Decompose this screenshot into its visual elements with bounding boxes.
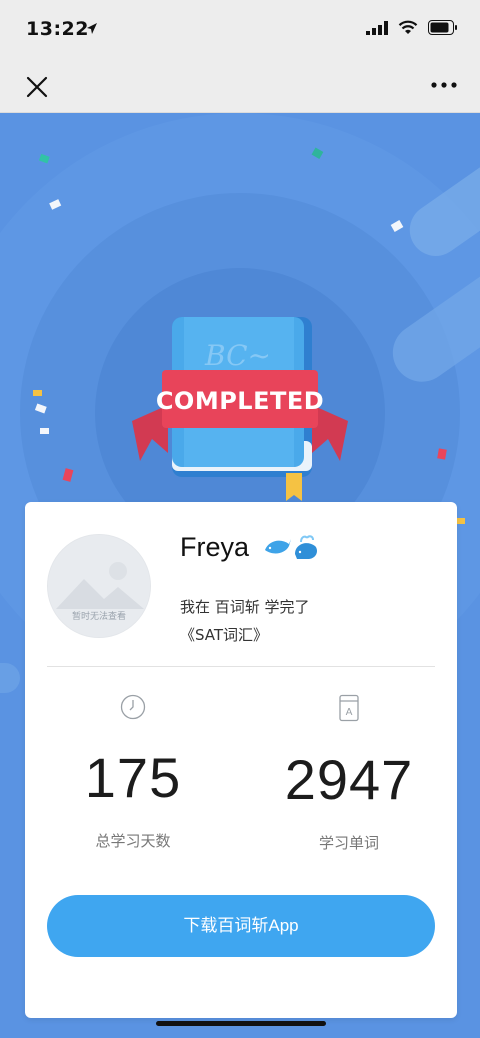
confetti xyxy=(34,403,47,414)
avatar[interactable]: 暂时无法查看 xyxy=(47,534,151,638)
status-time: 13:22 xyxy=(26,18,89,40)
home-indicator[interactable] xyxy=(156,1021,326,1026)
words-learned-value: 2947 xyxy=(284,748,414,811)
download-app-button[interactable]: 下载百词斩App xyxy=(47,895,435,957)
stat-words-learned: A 2947 学习单词 xyxy=(241,694,457,853)
confetti xyxy=(456,518,465,524)
confetti xyxy=(437,448,447,460)
result-card: 暂时无法查看 Freya 我在 百词斩 学完了 《SAT词汇》 175 总学习天… xyxy=(25,502,457,1018)
study-days-label: 总学习天数 xyxy=(95,832,171,850)
location-arrow-icon xyxy=(87,23,97,34)
more-options-icon[interactable] xyxy=(426,70,462,100)
cellular-signal-icon xyxy=(366,20,388,35)
confetti xyxy=(390,220,404,232)
image-placeholder-icon xyxy=(48,535,150,637)
status-icons xyxy=(366,20,458,35)
status-bar: 13:22 xyxy=(0,0,480,60)
stat-study-days: 175 总学习天数 xyxy=(25,694,241,851)
words-learned-label: 学习单词 xyxy=(318,834,379,852)
completed-badge-text: COMPLETED xyxy=(156,387,324,415)
confetti xyxy=(38,153,50,164)
confetti xyxy=(33,390,42,396)
dolphin-whale-emoji-icon xyxy=(265,535,317,559)
study-days-value: 175 xyxy=(84,746,182,809)
learned-text: 我在 百词斩 学完了 xyxy=(180,598,310,616)
book-title: 《SAT词汇》 xyxy=(180,626,269,644)
close-icon[interactable] xyxy=(22,72,52,102)
divider xyxy=(47,666,435,667)
confetti xyxy=(62,468,74,482)
nav-bar xyxy=(0,60,480,113)
confetti xyxy=(40,428,49,434)
confetti xyxy=(311,147,324,159)
clock-icon xyxy=(120,694,146,720)
diagonal-stripe xyxy=(409,142,480,256)
confetti xyxy=(49,199,62,210)
avatar-caption: 暂时无法查看 xyxy=(71,612,126,622)
book-cover-text: BC~ xyxy=(204,339,271,372)
svg-text:A: A xyxy=(346,707,353,718)
book-illustration: BC~ COMPLETED xyxy=(132,317,348,501)
user-name: Freya xyxy=(180,532,250,562)
book-a-icon: A xyxy=(339,694,359,722)
wifi-icon xyxy=(398,20,418,34)
battery-icon xyxy=(428,20,457,35)
